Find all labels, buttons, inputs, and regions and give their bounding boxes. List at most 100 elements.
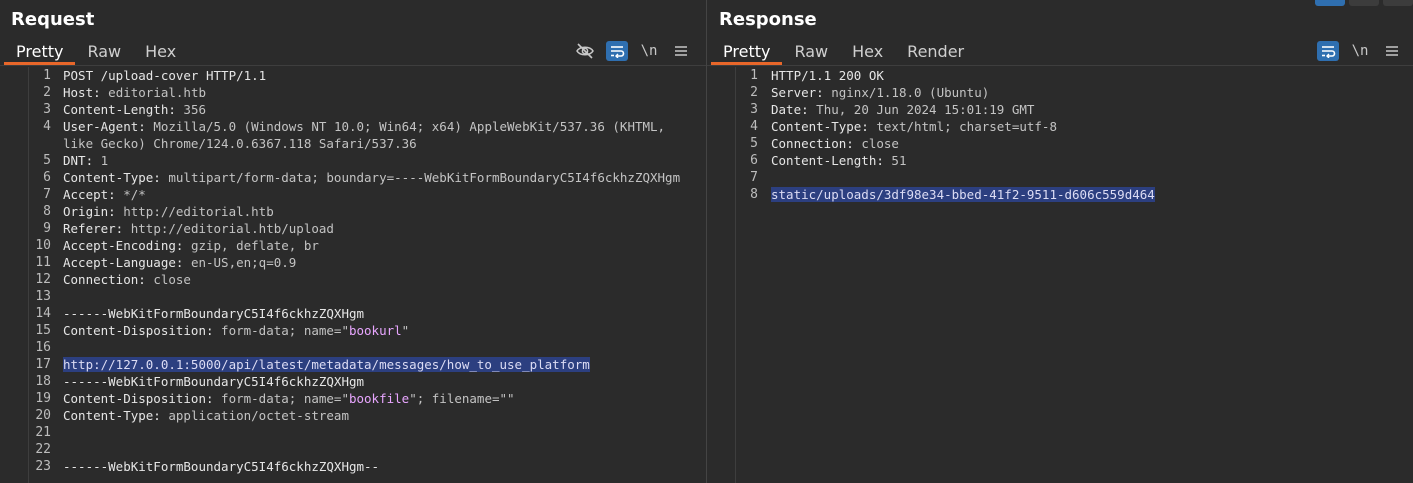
line-content: Accept-Language: en-US,en;q=0.9: [63, 254, 296, 271]
layout-horizontal-button[interactable]: [1349, 0, 1379, 6]
line-number: 7: [43, 187, 51, 202]
line-number: 22: [35, 442, 51, 457]
menu-icon[interactable]: [670, 41, 692, 61]
line-number: 18: [35, 374, 51, 389]
line-number: 1: [750, 68, 758, 83]
tab-divider: [707, 65, 1413, 66]
code-line: 19 Content-Disposition: form-data; name="…: [29, 390, 706, 407]
line-text: POST /upload-cover HTTP/1.1: [63, 68, 267, 83]
response-tab-pretty[interactable]: Pretty: [711, 38, 783, 65]
line-text: ------WebKitFormBoundaryC5I4f6ckhzZQXHgm: [63, 374, 365, 389]
response-tabs: Pretty Raw Hex Render: [711, 38, 976, 65]
code-line: 4 User-Agent: Mozilla/5.0 (Windows NT 10.…: [29, 118, 706, 152]
header-value: 356: [175, 102, 206, 117]
line-content: DNT: 1: [63, 152, 108, 169]
code-line: 16: [29, 339, 706, 356]
header-value: http://editorial.htb/upload: [123, 221, 334, 236]
header-value: */*: [115, 187, 146, 202]
wrapped-continuation: like Gecko) Chrome/124.0.6367.118 Safari…: [63, 136, 417, 151]
response-tab-hex[interactable]: Hex: [840, 38, 895, 65]
menu-icon[interactable]: [1381, 41, 1403, 61]
line-number: 5: [750, 136, 758, 151]
newline-toggle-button[interactable]: \n: [638, 41, 660, 61]
line-content: User-Agent: Mozilla/5.0 (Windows NT 10.0…: [63, 118, 665, 152]
header-name: Connection:: [63, 272, 146, 287]
line-number: 3: [750, 102, 758, 117]
request-editor[interactable]: 1 POST /upload-cover HTTP/1.1 2 Host: edito…: [0, 67, 706, 483]
line-number: 12: [35, 272, 51, 287]
request-lines: 1 POST /upload-cover HTTP/1.1 2 Host: edito…: [29, 67, 706, 483]
line-number: 9: [43, 221, 51, 236]
request-pane: Request Pretty Raw Hex \n 1 POST /upload…: [0, 0, 707, 483]
line-number-gutter: [0, 67, 29, 483]
header-name: Content-Type:: [63, 408, 161, 423]
selected-text: static/uploads/3df98e34-bbed-41f2-9511-d…: [771, 187, 1155, 202]
line-number: 6: [43, 170, 51, 185]
line-content: ------WebKitFormBoundaryC5I4f6ckhzZQXHgm: [63, 305, 364, 322]
line-content: Accept-Encoding: gzip, deflate, br: [63, 237, 319, 254]
header-name: Content-Disposition:: [63, 391, 214, 406]
line-content: Content-Length: 356: [63, 101, 206, 118]
header-name: User-Agent:: [63, 119, 146, 134]
code-line: 3 Date: Thu, 20 Jun 2024 15:01:19 GMT: [736, 101, 1413, 118]
code-line: 7: [736, 169, 1413, 186]
code-line: 18 ------WebKitFormBoundaryC5I4f6ckhzZQXH…: [29, 373, 706, 390]
response-toolbar: \n: [1307, 40, 1403, 62]
line-content: HTTP/1.1 200 OK: [771, 67, 884, 84]
line-number: 2: [750, 85, 758, 100]
newline-toggle-button[interactable]: \n: [1349, 41, 1371, 61]
response-editor[interactable]: 1 HTTP/1.1 200 OK 2 Server: nginx/1.18.0 (U…: [707, 67, 1413, 483]
code-line: 22: [29, 441, 706, 458]
line-content: Referer: http://editorial.htb/upload: [63, 220, 334, 237]
header-name: Content-Type:: [63, 170, 161, 185]
request-title: Request: [11, 9, 95, 30]
header-name: Accept-Encoding:: [63, 238, 184, 253]
header-value: 1: [93, 153, 109, 168]
line-content: static/uploads/3df98e34-bbed-41f2-9511-d…: [771, 186, 1155, 203]
line-content: Connection: close: [63, 271, 191, 288]
line-content: http://127.0.0.1:5000/api/latest/metadat…: [63, 356, 590, 373]
header-value: Thu, 20 Jun 2024 15:01:19 GMT: [808, 102, 1035, 117]
string-value: bookfile: [348, 391, 410, 406]
line-number: 5: [43, 153, 51, 168]
code-line: 8 static/uploads/3df98e34-bbed-41f2-9511-…: [736, 186, 1413, 203]
line-number: 21: [35, 425, 51, 440]
line-number: 20: [35, 408, 51, 423]
line-content: Server: nginx/1.18.0 (Ubuntu): [771, 84, 989, 101]
line-content: Content-Disposition: form-data; name="bo…: [63, 322, 409, 339]
line-number-gutter: [707, 67, 736, 483]
line-number: 11: [35, 255, 51, 270]
header-name: Connection:: [771, 136, 854, 151]
header-name: Accept-Language:: [63, 255, 184, 270]
line-content: Accept: */*: [63, 186, 146, 203]
code-line: 10 Accept-Encoding: gzip, deflate, br: [29, 237, 706, 254]
code-line: 14 ------WebKitFormBoundaryC5I4f6ckhzZQXH…: [29, 305, 706, 322]
line-number: 6: [750, 153, 758, 168]
line-number: 10: [35, 238, 51, 253]
request-tab-pretty[interactable]: Pretty: [4, 38, 76, 65]
layout-split-button[interactable]: [1315, 0, 1345, 6]
layout-tabs-button[interactable]: [1383, 0, 1413, 6]
header-value: close: [145, 272, 191, 287]
line-number: 8: [43, 204, 51, 219]
wrap-icon[interactable]: [606, 41, 628, 61]
response-tab-raw[interactable]: Raw: [782, 38, 840, 65]
hide-icon[interactable]: [574, 41, 596, 61]
code-line: 9 Referer: http://editorial.htb/upload: [29, 220, 706, 237]
header-name: Accept:: [63, 187, 116, 202]
code-line: 5 Connection: close: [736, 135, 1413, 152]
wrap-icon[interactable]: [1317, 41, 1339, 61]
line-content: ------WebKitFormBoundaryC5I4f6ckhzZQXHgm: [63, 373, 364, 390]
line-content: Date: Thu, 20 Jun 2024 15:01:19 GMT: [771, 101, 1034, 118]
line-number: 8: [750, 187, 758, 202]
header-name: Date:: [771, 102, 809, 117]
header-value: Mozilla/5.0 (Windows NT 10.0; Win64; x64…: [145, 119, 666, 134]
response-tab-render[interactable]: Render: [895, 38, 976, 65]
code-line: 12 Connection: close: [29, 271, 706, 288]
selected-text: http://127.0.0.1:5000/api/latest/metadat…: [63, 357, 590, 372]
code-line: 20 Content-Type: application/octet-stream: [29, 407, 706, 424]
request-tab-hex[interactable]: Hex: [133, 38, 188, 65]
header-value-tail: "; filename="": [409, 391, 515, 406]
code-line: 1 POST /upload-cover HTTP/1.1: [29, 67, 706, 84]
request-tab-raw[interactable]: Raw: [75, 38, 133, 65]
